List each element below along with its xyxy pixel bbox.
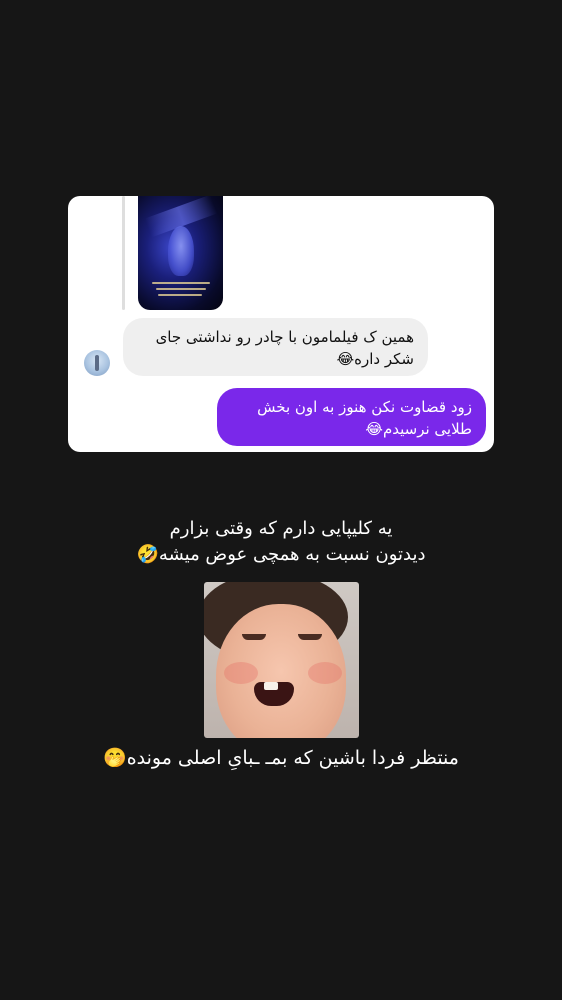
photo-eye-left xyxy=(242,634,266,640)
thumbnail-text-line xyxy=(152,282,210,284)
received-message-bubble[interactable]: همین ک فیلمامون با چادر رو نداشتی جای شک… xyxy=(123,318,428,376)
sent-message-bubble[interactable]: زود قضاوت نکن هنوز به اون بخش طلایی نرسی… xyxy=(217,388,486,446)
story-caption-top: یه کلیپایی دارم که وقتی بزارم دیدتون نسب… xyxy=(0,516,562,568)
sent-message-text: زود قضاوت نکن هنوز به اون بخش طلایی نرسی… xyxy=(257,398,472,438)
shared-video-thumbnail[interactable] xyxy=(138,196,223,310)
received-message-text: همین ک فیلمامون با چادر رو نداشتی جای شک… xyxy=(155,328,414,368)
chat-screenshot-card: همین ک فیلمامون با چادر رو نداشتی جای شک… xyxy=(68,196,494,452)
caption-line-2: دیدتون نسبت به همچی عوض میشه🤣 xyxy=(136,544,426,565)
thumbnail-figure xyxy=(168,226,194,276)
photo-tooth xyxy=(264,682,278,690)
story-screen: همین ک فیلمامون با چادر رو نداشتی جای شک… xyxy=(0,0,562,1000)
sender-avatar[interactable] xyxy=(84,350,110,376)
caption-line-3: منتظر فردا باشین که بمـ ـبایِ اصلی مونده… xyxy=(103,747,459,769)
thumbnail-text-line xyxy=(158,294,202,296)
photo-cheek-right xyxy=(308,662,342,684)
photo-eye-right xyxy=(298,634,322,640)
caption-line-1: یه کلیپایی دارم که وقتی بزارم xyxy=(169,518,393,539)
thumbnail-text-line xyxy=(156,288,206,290)
story-caption-bottom: منتظر فردا باشین که بمـ ـبایِ اصلی مونده… xyxy=(0,745,562,771)
photo-cheek-left xyxy=(224,662,258,684)
child-photo-sticker xyxy=(204,582,359,738)
reply-indicator-line xyxy=(122,196,125,310)
